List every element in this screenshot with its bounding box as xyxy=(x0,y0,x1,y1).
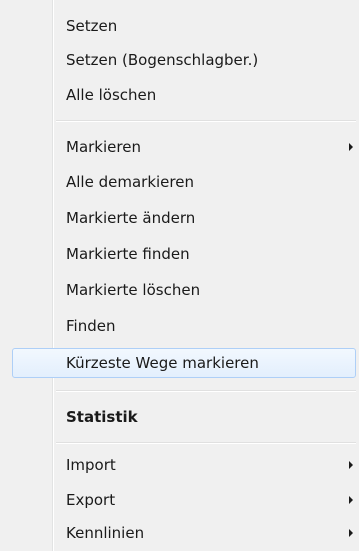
submenu-arrow-icon xyxy=(349,529,353,537)
menu-item-setzen-bogenschlag[interactable]: Setzen (Bogenschlagber.) xyxy=(0,44,359,76)
menu-item-markierte-finden[interactable]: Markierte finden xyxy=(0,238,359,270)
menu-item-markieren[interactable]: Markieren xyxy=(0,131,359,163)
menu-item-export[interactable]: Export xyxy=(0,484,359,516)
menu-item-finden[interactable]: Finden xyxy=(0,310,359,342)
menu-separator xyxy=(56,442,356,444)
menu-item-label: Alle löschen xyxy=(66,86,157,104)
menu-item-label: Markierte ändern xyxy=(66,209,196,227)
menu-item-label: Setzen xyxy=(66,17,118,35)
menu-item-label: Markierte finden xyxy=(66,245,190,263)
menu-item-alle-loeschen[interactable]: Alle löschen xyxy=(0,79,359,111)
menu-item-markierte-loeschen[interactable]: Markierte löschen xyxy=(0,274,359,306)
menu-item-label: Markierte löschen xyxy=(66,281,201,299)
menu-item-label: Finden xyxy=(66,317,116,335)
menu-separator xyxy=(56,390,356,392)
menu-item-label: Markieren xyxy=(66,138,141,156)
menu-item-label: Import xyxy=(66,456,116,474)
menu-item-label: Kennlinien xyxy=(66,524,145,542)
menu-item-label: Setzen (Bogenschlagber.) xyxy=(66,51,259,69)
menu-item-label: Kürzeste Wege markieren xyxy=(66,354,259,372)
menu-separator xyxy=(56,120,356,122)
menu-item-label: Export xyxy=(66,491,116,509)
menu-item-statistik[interactable]: Statistik xyxy=(0,401,359,433)
context-menu: Setzen Setzen (Bogenschlagber.) Alle lös… xyxy=(0,0,359,551)
menu-item-setzen[interactable]: Setzen xyxy=(0,10,359,42)
submenu-arrow-icon xyxy=(349,143,353,151)
menu-item-alle-demarkieren[interactable]: Alle demarkieren xyxy=(0,166,359,198)
menu-item-markierte-aendern[interactable]: Markierte ändern xyxy=(0,202,359,234)
menu-item-import[interactable]: Import xyxy=(0,449,359,481)
submenu-arrow-icon xyxy=(349,496,353,504)
menu-item-label: Alle demarkieren xyxy=(66,173,194,191)
submenu-arrow-icon xyxy=(349,461,353,469)
menu-item-kuerzeste-wege-markieren[interactable]: Kürzeste Wege markieren xyxy=(0,347,359,379)
menu-item-kennlinien[interactable]: Kennlinien xyxy=(0,517,359,549)
menu-item-label: Statistik xyxy=(66,408,138,426)
